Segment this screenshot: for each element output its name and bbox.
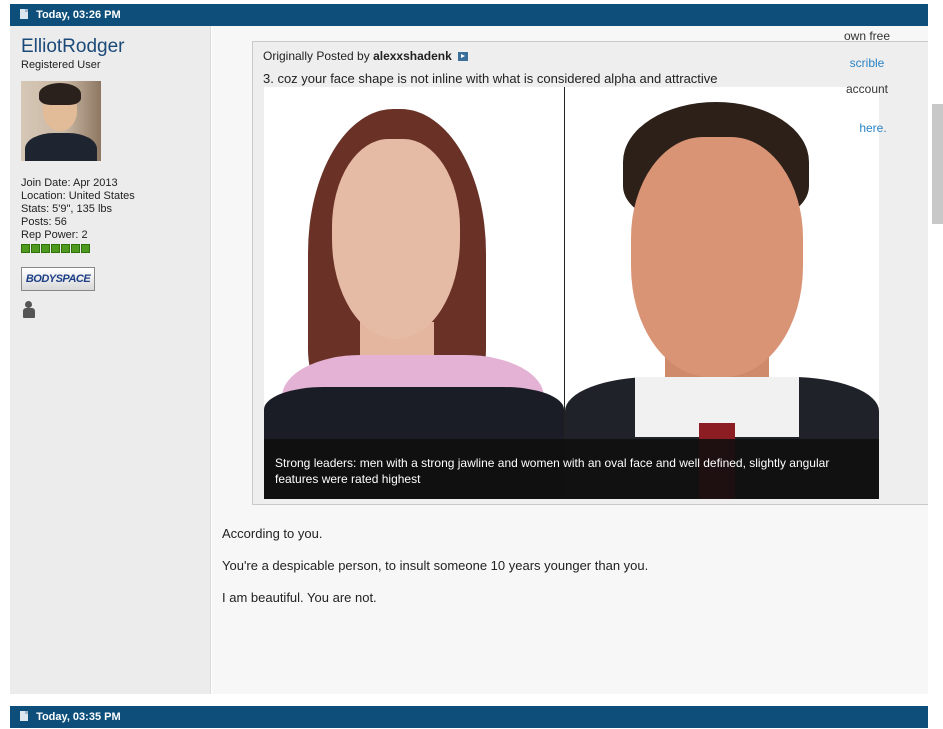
post-date: Today, 03:26 PM	[36, 9, 121, 21]
post-document-icon	[20, 9, 28, 19]
view-post-arrow-icon[interactable]	[458, 52, 469, 61]
user-stats: Join Date: Apr 2013 Location: United Sta…	[21, 177, 199, 253]
woman-portrait	[264, 87, 564, 499]
ad-link[interactable]: scrible	[828, 56, 906, 70]
ad-text: account	[845, 82, 889, 96]
user-location: Location: United States	[21, 190, 135, 202]
reputation-bar	[21, 244, 199, 253]
quote-text: 3. coz your face shape is not inline wit…	[263, 71, 718, 86]
post-header-1: Today, 03:26 PM	[10, 4, 928, 26]
flexing-arm-icon[interactable]	[21, 299, 39, 319]
user-avatar[interactable]	[21, 81, 101, 161]
post-document-icon	[20, 711, 28, 721]
post-date: Today, 03:35 PM	[36, 711, 121, 723]
quote-block: Originally Posted by alexxshadenk 3. coz…	[252, 41, 928, 505]
quote-prefix: Originally Posted by	[263, 49, 370, 63]
post-header-2: Today, 03:35 PM	[10, 706, 928, 728]
join-date: Join Date: Apr 2013	[21, 177, 118, 189]
message-line: You're a despicable person, to insult so…	[222, 558, 649, 573]
post-count: Posts: 56	[21, 216, 67, 228]
ad-link[interactable]: here.	[834, 121, 912, 135]
image-caption: Strong leaders: men with a strong jawlin…	[264, 439, 879, 499]
post-message: According to you. You're a despicable pe…	[222, 526, 648, 622]
quote-author[interactable]: alexxshadenk	[373, 49, 452, 63]
message-line: I am beautiful. You are not.	[222, 590, 377, 605]
rep-power: Rep Power: 2	[21, 229, 88, 241]
bodyspace-button[interactable]: BODYSPACE	[21, 267, 95, 291]
user-title: Registered User	[21, 59, 101, 71]
quote-header: Originally Posted by alexxshadenk	[263, 49, 469, 63]
username-link[interactable]: ElliotRodger	[21, 36, 199, 57]
scrollbar-thumb[interactable]	[932, 104, 943, 224]
user-info-panel: ElliotRodger Registered User Join Date: …	[10, 26, 211, 694]
quoted-image: Strong leaders: men with a strong jawlin…	[264, 87, 879, 499]
ad-text: own free	[843, 29, 891, 43]
user-body-stats: Stats: 5'9", 135 lbs	[21, 203, 113, 215]
man-portrait	[565, 87, 879, 499]
post-content: Originally Posted by alexxshadenk 3. coz…	[212, 26, 928, 694]
message-line: According to you.	[222, 526, 323, 541]
